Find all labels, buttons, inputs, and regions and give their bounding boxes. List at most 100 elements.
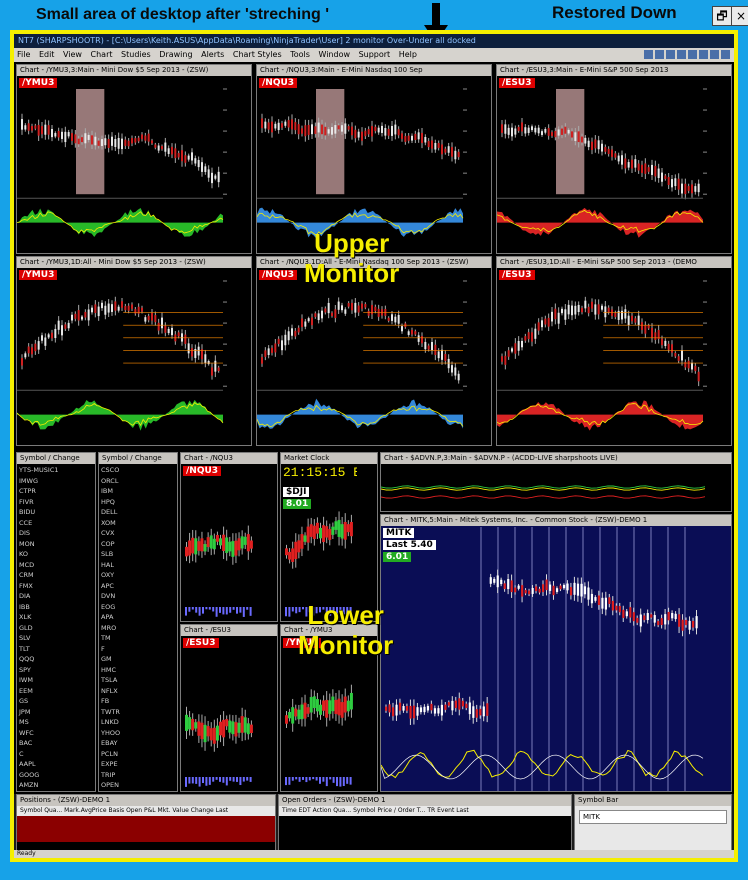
list-item[interactable]: DELL-0.3 xyxy=(101,507,177,518)
list-item[interactable]: CSCO-0.2 xyxy=(101,465,177,476)
list-item[interactable]: CTPR-0.4 xyxy=(19,486,95,497)
list-item[interactable]: LNKD+0.3 xyxy=(101,717,177,728)
list-item[interactable]: MRO+0.2 xyxy=(101,623,177,634)
list-item[interactable]: FIVR+1.2 xyxy=(19,497,95,508)
list-item[interactable]: IWM+0.3 xyxy=(19,675,95,686)
list-item[interactable]: EBAY+0.2 xyxy=(101,738,177,749)
tool-icon[interactable] xyxy=(710,50,719,59)
list-item[interactable]: MCD+0.3 xyxy=(19,560,95,571)
list-item[interactable]: DIS-0.1 xyxy=(19,528,95,539)
watchlist-2[interactable]: Symbol / Change CSCO-0.2ORCL+0.4IBM-0.5H… xyxy=(98,452,178,792)
list-item[interactable]: HAL+0.2 xyxy=(101,560,177,571)
market-clock-chart[interactable]: Market Clock 21:15:15 EDT $DJI 8.01 xyxy=(280,452,378,622)
list-item[interactable]: SLV+0.2 xyxy=(19,633,95,644)
list-item[interactable]: EOG+0.4 xyxy=(101,602,177,613)
list-item[interactable]: APA-0.1 xyxy=(101,612,177,623)
positions-row[interactable] xyxy=(17,816,275,842)
list-item[interactable]: DIA-0.2 xyxy=(19,591,95,602)
menu-alerts[interactable]: Alerts xyxy=(201,50,224,59)
menu-support[interactable]: Support xyxy=(359,50,391,59)
list-item[interactable]: SPY-0.1 xyxy=(19,665,95,676)
list-item[interactable]: GLD-0.5 xyxy=(19,623,95,634)
list-item[interactable]: CCE+0.5 xyxy=(19,518,95,529)
list-item[interactable]: YTS-MUSIC1+0.7 xyxy=(19,465,95,476)
tool-icon[interactable] xyxy=(677,50,686,59)
list-item[interactable]: GS+0.4 xyxy=(19,696,95,707)
menu-file[interactable]: File xyxy=(17,50,30,59)
positions-panel[interactable]: Positions - (ZSW)-DEMO 1 Symbol Qua... M… xyxy=(16,794,276,854)
menu-chart-styles[interactable]: Chart Styles xyxy=(233,50,282,59)
list-item[interactable]: PCLN-0.5 xyxy=(101,749,177,760)
list-item[interactable]: IBM-0.5 xyxy=(101,486,177,497)
open-orders-panel[interactable]: Open Orders - (ZSW)-DEMO 1 Time EDT Acti… xyxy=(278,794,572,854)
restore-window-button[interactable]: 🗗 xyxy=(712,6,732,26)
list-item[interactable]: GM-0.2 xyxy=(101,654,177,665)
upper-chart-4[interactable]: Chart - /YMU3,1D:All - Mini Dow $5 Sep 2… xyxy=(16,256,252,446)
list-item[interactable]: AAPL+1.0 xyxy=(19,759,95,770)
symbol-bar-panel[interactable]: Symbol Bar MITK xyxy=(574,794,732,854)
list-item[interactable]: COP+0.3 xyxy=(101,539,177,550)
list-item[interactable]: FMX+0.4 xyxy=(19,581,95,592)
list-item[interactable]: FB+0.6 xyxy=(101,696,177,707)
list-item[interactable]: HPQ+0.6 xyxy=(101,497,177,508)
tool-icon[interactable] xyxy=(655,50,664,59)
list-item[interactable]: KO-0.2 xyxy=(19,549,95,560)
watchlist-1[interactable]: Symbol / Change YTS-MUSIC1+0.7IMWG+0.2CT… xyxy=(16,452,96,792)
tool-icon[interactable] xyxy=(666,50,675,59)
list-item[interactable]: NFLX-0.9 xyxy=(101,686,177,697)
list-item[interactable]: GOOG-0.7 xyxy=(19,770,95,781)
list-item[interactable]: YHOO-0.1 xyxy=(101,728,177,739)
list-item[interactable]: HMC+0.1 xyxy=(101,665,177,676)
list-item[interactable]: OXY-0.2 xyxy=(101,570,177,581)
menu-tools[interactable]: Tools xyxy=(290,50,310,59)
advn-chart[interactable]: Chart - $ADVN.P,3:Main - $ADVN.P - (ACDD… xyxy=(380,452,732,512)
list-item[interactable]: MON+0.9 xyxy=(19,539,95,550)
menu-chart[interactable]: Chart xyxy=(91,50,113,59)
menu-window[interactable]: Window xyxy=(318,50,350,59)
list-item[interactable]: IBB+0.6 xyxy=(19,602,95,613)
list-item[interactable]: TWTR-0.4 xyxy=(101,707,177,718)
list-item[interactable]: QQQ+0.8 xyxy=(19,654,95,665)
list-item[interactable]: WFC-0.3 xyxy=(19,728,95,739)
list-item[interactable]: CVX-0.1 xyxy=(101,528,177,539)
menu-drawing[interactable]: Drawing xyxy=(159,50,192,59)
upper-chart-6[interactable]: Chart - /ESU3,1D:All - E-Mini S&P 500 Se… xyxy=(496,256,732,446)
list-item[interactable]: C-0.4 xyxy=(19,749,95,760)
list-item[interactable]: MS+0.1 xyxy=(19,717,95,728)
tool-icon[interactable] xyxy=(699,50,708,59)
es-chart-lower[interactable]: Chart - /ESU3 /ESU3 xyxy=(180,624,278,792)
upper-chart-2[interactable]: Chart - /NQU3,3:Main - E-Mini Nasdaq 100… xyxy=(256,64,492,254)
nq-chart-lower[interactable]: Chart - /NQU3 /NQU3 xyxy=(180,452,278,622)
list-item[interactable]: DVN-0.3 xyxy=(101,591,177,602)
list-item[interactable]: EXPE+0.4 xyxy=(101,759,177,770)
list-item[interactable]: JPM-0.2 xyxy=(19,707,95,718)
upper-chart-1[interactable]: Chart - /YMU3,3:Main - Mini Dow $5 Sep 2… xyxy=(16,64,252,254)
mitk-chart[interactable]: Chart - MITK,5:Main - Mitek Systems, Inc… xyxy=(380,514,732,792)
menu-view[interactable]: View xyxy=(63,50,82,59)
list-item[interactable]: EEM-0.6 xyxy=(19,686,95,697)
list-item[interactable]: SLB-0.4 xyxy=(101,549,177,560)
close-window-button[interactable]: × xyxy=(731,6,748,26)
list-item[interactable]: TSLA+1.4 xyxy=(101,675,177,686)
list-item[interactable]: TRIP-0.2 xyxy=(101,770,177,781)
list-item[interactable]: TM-0.3 xyxy=(101,633,177,644)
list-item[interactable]: ORCL+0.4 xyxy=(101,476,177,487)
tool-icon[interactable] xyxy=(721,50,730,59)
list-item[interactable]: XLK+0.1 xyxy=(19,612,95,623)
list-item[interactable]: TLT-0.3 xyxy=(19,644,95,655)
menu-edit[interactable]: Edit xyxy=(39,50,55,59)
menu-help[interactable]: Help xyxy=(399,50,417,59)
list-item[interactable]: BIDU-0.3 xyxy=(19,507,95,518)
list-item[interactable]: CRM-1.1 xyxy=(19,570,95,581)
menu-studies[interactable]: Studies xyxy=(121,50,151,59)
list-item[interactable]: OPEN+0.3 xyxy=(101,780,177,791)
tool-icon[interactable] xyxy=(644,50,653,59)
list-item[interactable]: BAC+0.5 xyxy=(19,738,95,749)
list-item[interactable]: APC+0.1 xyxy=(101,581,177,592)
list-item[interactable]: F+0.5 xyxy=(101,644,177,655)
upper-chart-3[interactable]: Chart - /ESU3,3:Main - E-Mini S&P 500 Se… xyxy=(496,64,732,254)
list-item[interactable]: XOM+0.2 xyxy=(101,518,177,529)
list-item[interactable]: AMZN+0.2 xyxy=(19,780,95,791)
symbol-input[interactable]: MITK xyxy=(579,810,727,824)
list-item[interactable]: IMWG+0.2 xyxy=(19,476,95,487)
